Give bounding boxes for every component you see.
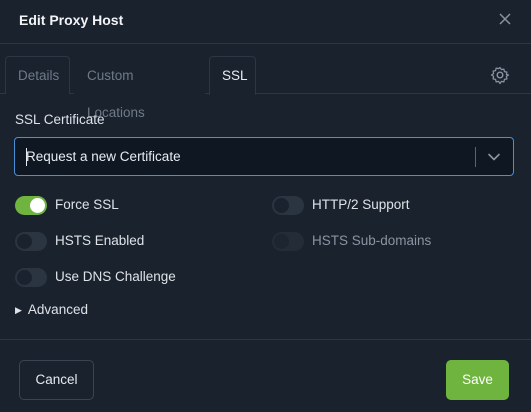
toggle-knob	[30, 198, 45, 213]
cancel-button[interactable]: Cancel	[19, 360, 94, 400]
dialog-footer: Cancel Save	[0, 339, 531, 412]
chevron-down-icon[interactable]	[486, 149, 502, 165]
advanced-label: Advanced	[27, 302, 88, 317]
force-ssl-toggle[interactable]	[15, 196, 47, 215]
http2-label: HTTP/2 Support	[312, 197, 410, 212]
toggle-knob	[17, 270, 32, 285]
ssl-certificate-value: Request a new Certificate	[26, 149, 181, 164]
advanced-toggle[interactable]: ▶ Advanced	[15, 302, 88, 317]
tab-custom-locations[interactable]: Custom Locations	[74, 56, 205, 120]
dns-challenge-toggle[interactable]	[15, 268, 47, 287]
dialog-header: Edit Proxy Host	[0, 0, 531, 44]
edit-proxy-host-dialog: Edit Proxy Host Details Custom Locations…	[0, 0, 531, 412]
select-separator	[475, 147, 476, 167]
gear-icon[interactable]	[490, 65, 510, 85]
save-button[interactable]: Save	[446, 360, 509, 400]
force-ssl-label: Force SSL	[55, 197, 119, 212]
toggle-knob	[274, 198, 289, 213]
hsts-subdomains-toggle	[272, 232, 304, 251]
dns-challenge-label: Use DNS Challenge	[55, 269, 176, 284]
toggle-knob	[17, 234, 32, 249]
tab-ssl[interactable]: SSL	[209, 56, 256, 95]
ssl-certificate-select[interactable]: Request a new Certificate	[14, 137, 514, 176]
tab-bar: Details Custom Locations SSL	[0, 56, 531, 120]
ssl-certificate-label: SSL Certificate	[15, 112, 105, 127]
toggle-knob	[274, 234, 289, 249]
tab-details[interactable]: Details	[5, 56, 70, 94]
close-icon[interactable]	[496, 10, 514, 28]
http2-toggle[interactable]	[272, 196, 304, 215]
hsts-toggle[interactable]	[15, 232, 47, 251]
hsts-label: HSTS Enabled	[55, 233, 145, 248]
hsts-subdomains-label: HSTS Sub-domains	[312, 233, 432, 248]
triangle-right-icon: ▶	[15, 305, 22, 315]
dialog-title: Edit Proxy Host	[19, 12, 124, 28]
